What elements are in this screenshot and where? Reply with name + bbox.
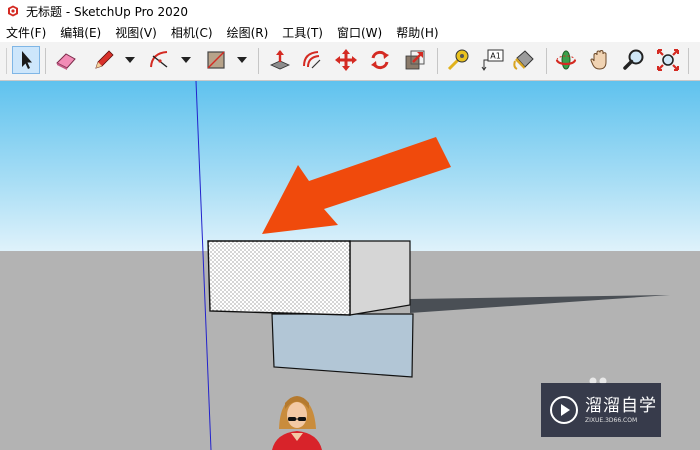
chevron-down-icon [125, 57, 135, 63]
magnifier-icon [623, 49, 644, 70]
watermark: 溜溜自学 ZIXUE.3D66.COM [541, 383, 661, 437]
rotate-icon [371, 50, 389, 70]
menu-window[interactable]: 窗口(W) [330, 24, 389, 41]
title-bar: 无标题 - SketchUp Pro 2020 [0, 0, 700, 22]
rectangle-tool-button[interactable] [202, 46, 230, 74]
rectangle-tool-dropdown[interactable] [236, 55, 248, 65]
select-tool-button[interactable] [12, 46, 40, 74]
main-toolbar: A1 [0, 42, 700, 81]
toolbar-separator [546, 48, 547, 74]
toolbar-separator [45, 48, 46, 74]
hand-icon [590, 49, 607, 70]
watermark-brand: 溜溜自学 [585, 395, 657, 416]
orbit-tool-button[interactable] [552, 46, 580, 74]
push-pull-tool-button[interactable] [266, 46, 294, 74]
tape-measure-icon [447, 49, 469, 71]
paint-bucket-tool-button[interactable] [510, 46, 538, 74]
watermark-url: ZIXUE.3D66.COM [585, 416, 638, 424]
tape-measure-tool-button[interactable] [444, 46, 472, 74]
move-tool-button[interactable] [332, 46, 360, 74]
offset-tool-button[interactable] [298, 46, 326, 74]
text-label-icon: A1 [481, 49, 504, 71]
push-pull-icon [270, 50, 290, 70]
menu-file[interactable]: 文件(F) [0, 24, 53, 41]
sketchup-icon [8, 5, 18, 17]
pencil-icon [95, 50, 114, 69]
menu-camera[interactable]: 相机(C) [164, 24, 220, 41]
rectangle-icon [207, 51, 225, 69]
box-lower-face [271, 313, 414, 378]
offset-icon [303, 51, 321, 69]
text-tool-button[interactable]: A1 [478, 46, 506, 74]
arc-tool-button[interactable] [146, 46, 174, 74]
sky [0, 81, 700, 251]
menu-view[interactable]: 视图(V) [108, 24, 164, 41]
box-side-face [349, 240, 411, 316]
toolbar-separator [437, 48, 438, 74]
window-title: 无标题 - SketchUp Pro 2020 [26, 4, 188, 19]
chevron-down-icon [181, 57, 191, 63]
menu-edit[interactable]: 编辑(E) [53, 24, 108, 41]
eraser-icon [56, 53, 76, 70]
toolbar-separator [258, 48, 259, 74]
play-logo-icon [550, 396, 578, 424]
paint-bucket-icon [513, 50, 534, 70]
orbit-icon [555, 50, 577, 70]
zoom-extents-tool-button[interactable] [654, 46, 682, 74]
text-tool-label: A1 [490, 52, 501, 61]
arc-tool-dropdown[interactable] [180, 55, 192, 65]
zoom-extents-icon [657, 49, 679, 71]
pan-tool-button[interactable] [586, 46, 614, 74]
menu-bar: 文件(F) 编辑(E) 视图(V) 相机(C) 绘图(R) 工具(T) 窗口(W… [0, 22, 700, 42]
chevron-down-icon [237, 57, 247, 63]
eraser-tool-button[interactable] [52, 46, 80, 74]
scale-icon [405, 50, 425, 70]
menu-draw[interactable]: 绘图(R) [220, 24, 276, 41]
dotted-front-face[interactable] [207, 240, 351, 316]
toolbar-separator [688, 48, 689, 74]
zoom-tool-button[interactable] [620, 46, 648, 74]
arrow-cursor-icon [22, 51, 32, 69]
toolbar-grip [6, 48, 7, 74]
rotate-tool-button[interactable] [366, 46, 394, 74]
line-tool-button[interactable] [90, 46, 118, 74]
scale-tool-button[interactable] [401, 46, 429, 74]
menu-help[interactable]: 帮助(H) [389, 24, 445, 41]
move-icon [335, 49, 357, 71]
line-tool-dropdown[interactable] [124, 55, 136, 65]
menu-tools[interactable]: 工具(T) [275, 24, 330, 41]
arc-icon [150, 51, 168, 68]
